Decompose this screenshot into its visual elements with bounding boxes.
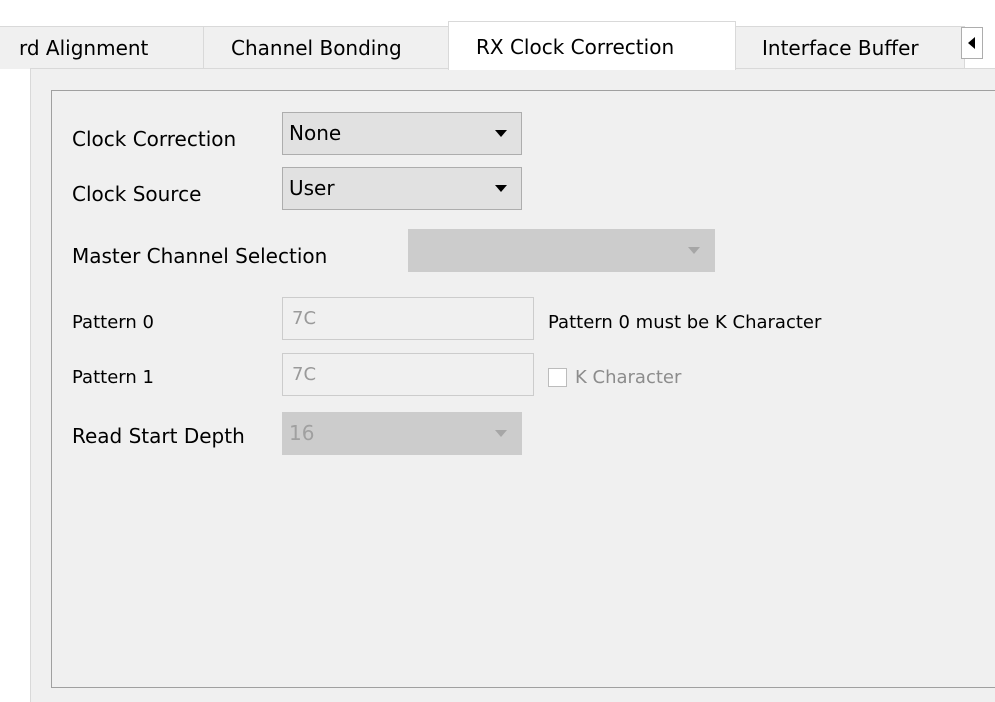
clock-correction-select[interactable]: None — [282, 112, 522, 155]
clock-correction-label: Clock Correction — [72, 127, 237, 151]
k-character-label: K Character — [575, 367, 682, 388]
clock-correction-value: None — [289, 121, 342, 145]
tab-rx-clock-correction[interactable]: RX Clock Correction — [448, 21, 736, 70]
read-start-depth-value: 16 — [289, 421, 315, 445]
tab-label: Channel Bonding — [231, 36, 402, 60]
tab-label: rd Alignment — [19, 36, 149, 60]
pattern-0-input[interactable]: 7C — [282, 297, 534, 340]
clock-source-value: User — [289, 176, 335, 200]
triangle-down-icon — [495, 430, 507, 437]
read-start-depth-label: Read Start Depth — [72, 424, 245, 448]
tab-word-alignment[interactable]: rd Alignment — [0, 26, 204, 69]
tab-strip: rd Alignment Channel Bonding RX Clock Co… — [0, 21, 995, 70]
tab-interface-buffer[interactable]: Interface Buffer — [735, 26, 965, 69]
rx-clock-correction-window: rd Alignment Channel Bonding RX Clock Co… — [0, 0, 995, 702]
pattern-1-value: 7C — [292, 364, 317, 385]
triangle-down-icon — [688, 247, 700, 254]
k-character-checkbox[interactable] — [548, 368, 567, 387]
pattern-1-label: Pattern 1 — [72, 367, 154, 388]
pattern-1-input[interactable]: 7C — [282, 353, 534, 396]
master-channel-selection-select[interactable] — [408, 229, 715, 272]
pattern-0-label: Pattern 0 — [72, 312, 154, 333]
tab-scroll-left-button[interactable] — [961, 27, 983, 59]
triangle-down-icon — [495, 185, 507, 192]
triangle-left-icon — [968, 37, 975, 49]
pattern-0-note: Pattern 0 must be K Character — [548, 312, 822, 333]
master-channel-selection-label: Master Channel Selection — [72, 244, 328, 268]
pattern-0-value: 7C — [292, 308, 317, 329]
triangle-down-icon — [495, 130, 507, 137]
tab-label: Interface Buffer — [762, 36, 919, 60]
read-start-depth-select[interactable]: 16 — [282, 412, 522, 455]
clock-source-label: Clock Source — [72, 182, 202, 206]
tab-channel-bonding[interactable]: Channel Bonding — [203, 26, 449, 69]
tab-label: RX Clock Correction — [476, 35, 675, 59]
clock-source-select[interactable]: User — [282, 167, 522, 210]
